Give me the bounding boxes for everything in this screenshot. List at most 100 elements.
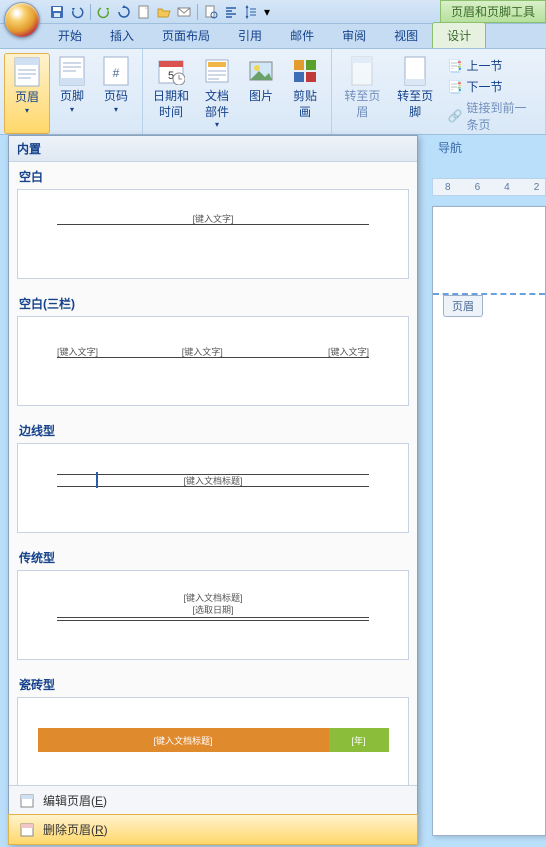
new-doc-icon[interactable] — [135, 3, 153, 21]
quick-access-toolbar: ▾ — [48, 0, 272, 23]
prev-section-label: 上一节 — [467, 57, 503, 74]
ruler-tick: 4 — [504, 182, 510, 193]
date-time-button[interactable]: 5 日期和 时间 — [147, 53, 195, 134]
horizontal-ruler[interactable]: 8 6 4 2 — [432, 178, 546, 196]
ruler-tick: 8 — [445, 182, 451, 193]
remove-header-menu-item[interactable]: 删除页眉(R) — [8, 814, 418, 845]
page-number-button[interactable]: # 页码▾ — [94, 53, 138, 134]
edit-icon — [19, 793, 35, 809]
undo-icon[interactable] — [68, 3, 86, 21]
gallery-item-blank-3col[interactable]: [键入文字] [键入文字] [键入文字] — [17, 316, 409, 406]
align-left-icon[interactable] — [222, 3, 240, 21]
tab-view[interactable]: 视图 — [380, 23, 432, 48]
gallery-item-title: 瓷砖型 — [9, 670, 417, 695]
footer-button[interactable]: 页脚▾ — [50, 53, 94, 134]
tab-page-layout[interactable]: 页面布局 — [148, 23, 224, 48]
next-section-label: 下一节 — [467, 78, 503, 95]
placeholder-text: [键入文档标题] — [38, 728, 329, 752]
placeholder-text: [选取日期] — [18, 603, 408, 616]
ruler-tick: 6 — [475, 182, 481, 193]
ribbon-body: 页眉▾ 页脚▾ # 页码▾ 5 日期和 时间 文档部件▾ 图片 剪贴画 — [0, 49, 546, 135]
nav-pane-label: 导航 — [432, 135, 546, 160]
separator — [197, 4, 198, 20]
remove-icon — [19, 822, 35, 838]
goto-footer-icon — [399, 55, 431, 87]
gallery-scroll[interactable]: 空白 [键入文字] 空白(三栏) [键入文字] [键入文字] [键入文字] 边线… — [9, 162, 417, 785]
clipart-button[interactable]: 剪贴画 — [283, 53, 327, 134]
open-icon[interactable] — [155, 3, 173, 21]
next-section-icon: 📑 — [448, 80, 463, 94]
tab-review[interactable]: 审阅 — [328, 23, 380, 48]
qat-dropdown-icon[interactable]: ▾ — [262, 3, 272, 21]
ruler-tick: 2 — [534, 182, 540, 193]
prev-section-icon: 📑 — [448, 59, 463, 73]
group-navigation: 转至页眉 转至页脚 📑 上一节 📑 下一节 🔗 链接到前一条页 — [332, 49, 546, 134]
gallery-footer: 编辑页眉(E) 删除页眉(R) — [9, 785, 417, 844]
tab-home[interactable]: 开始 — [44, 23, 96, 48]
tab-mailings[interactable]: 邮件 — [276, 23, 328, 48]
page-number-icon: # — [100, 55, 132, 87]
clipart-icon — [289, 55, 321, 87]
office-button[interactable] — [4, 2, 40, 38]
link-previous-label: 链接到前一条页 — [467, 99, 535, 133]
contextual-tab-title: 页眉和页脚工具 — [440, 0, 546, 23]
link-icon: 🔗 — [448, 109, 463, 123]
prev-section-button[interactable]: 📑 上一节 — [448, 57, 535, 74]
quick-parts-button[interactable]: 文档部件▾ — [195, 53, 239, 134]
print-preview-icon[interactable] — [202, 3, 220, 21]
gallery-item-classic[interactable]: [键入文档标题] [选取日期] — [17, 570, 409, 660]
goto-header-label: 转至页眉 — [342, 89, 383, 120]
gallery-item-tile[interactable]: [键入文档标题] [年] — [17, 697, 409, 785]
redo-icon[interactable] — [95, 3, 113, 21]
header-gallery-dropdown: 内置 空白 [键入文字] 空白(三栏) [键入文字] [键入文字] [键入文字]… — [8, 135, 418, 845]
group-header-footer: 页眉▾ 页脚▾ # 页码▾ — [0, 49, 143, 134]
goto-footer-button[interactable]: 转至页脚 — [389, 53, 442, 134]
footer-icon — [56, 55, 88, 87]
header-icon — [11, 56, 43, 88]
remove-header-label: 删除页眉(R) — [43, 821, 108, 838]
tab-insert[interactable]: 插入 — [96, 23, 148, 48]
link-previous-button[interactable]: 🔗 链接到前一条页 — [448, 99, 535, 133]
calendar-icon: 5 — [155, 55, 187, 87]
placeholder-text: [年] — [329, 728, 389, 752]
goto-header-button[interactable]: 转至页眉 — [336, 53, 389, 134]
tab-references[interactable]: 引用 — [224, 23, 276, 48]
next-section-button[interactable]: 📑 下一节 — [448, 78, 535, 95]
page-number-label: 页码 — [104, 89, 128, 105]
gallery-item-title: 空白 — [9, 162, 417, 187]
edit-header-menu-item[interactable]: 编辑页眉(E) — [9, 786, 417, 815]
gallery-section-builtin: 内置 — [9, 136, 417, 162]
document-page[interactable]: 页眉 — [432, 206, 546, 836]
quick-parts-label: 文档部件 — [201, 89, 233, 120]
save-icon[interactable] — [48, 3, 66, 21]
gallery-item-blank[interactable]: [键入文字] — [17, 189, 409, 279]
group-insert: 5 日期和 时间 文档部件▾ 图片 剪贴画 — [143, 49, 332, 134]
date-time-label: 日期和 时间 — [153, 89, 189, 120]
goto-header-icon — [346, 55, 378, 87]
cursor-indicator — [96, 472, 98, 488]
clipart-label: 剪贴画 — [289, 89, 321, 120]
gallery-item-edge[interactable]: [键入文档标题] — [17, 443, 409, 533]
mail-icon[interactable] — [175, 3, 193, 21]
tab-design[interactable]: 设计 — [432, 22, 486, 48]
header-tag: 页眉 — [443, 295, 483, 317]
nav-section-buttons: 📑 上一节 📑 下一节 🔗 链接到前一条页 — [442, 53, 541, 134]
footer-label: 页脚 — [60, 89, 84, 105]
document-area: 导航 8 6 4 2 页眉 — [432, 135, 546, 847]
gallery-item-title: 空白(三栏) — [9, 289, 417, 314]
picture-icon — [245, 55, 277, 87]
edit-header-label: 编辑页眉(E) — [43, 792, 107, 809]
title-bar: ▾ 页眉和页脚工具 — [0, 0, 546, 24]
quick-parts-icon — [201, 55, 233, 87]
repeat-icon[interactable] — [115, 3, 133, 21]
picture-button[interactable]: 图片 — [239, 53, 283, 134]
goto-footer-label: 转至页脚 — [395, 89, 436, 120]
header-label: 页眉 — [15, 90, 39, 106]
picture-label: 图片 — [249, 89, 273, 105]
header-button[interactable]: 页眉▾ — [4, 53, 50, 134]
svg-text:#: # — [113, 66, 120, 80]
separator — [90, 4, 91, 20]
spacing-icon[interactable] — [242, 3, 260, 21]
ribbon-tabs: 开始 插入 页面布局 引用 邮件 审阅 视图 设计 — [0, 24, 546, 49]
gallery-item-title: 传统型 — [9, 543, 417, 568]
